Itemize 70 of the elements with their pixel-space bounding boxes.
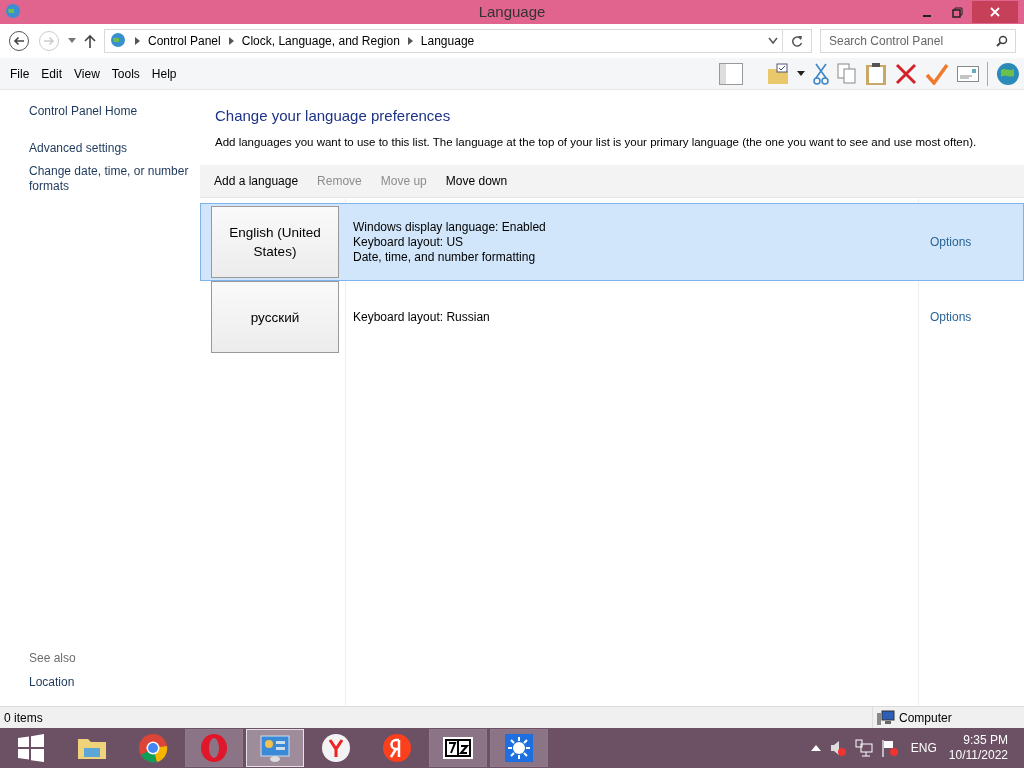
back-icon[interactable] xyxy=(8,30,30,52)
layout-icon[interactable] xyxy=(719,62,743,85)
dropdown-icon[interactable] xyxy=(797,70,805,77)
sidebar-link[interactable]: Control Panel Home xyxy=(29,104,200,119)
location-label: Computer xyxy=(899,709,952,727)
language-detail: Keyboard layout: Russian xyxy=(353,309,491,325)
breadcrumb-link[interactable]: Control Panel xyxy=(148,32,221,50)
up-arrow-icon[interactable] xyxy=(84,34,96,48)
browser-icon xyxy=(137,732,169,764)
delete-icon[interactable] xyxy=(895,62,917,85)
chevron-icon xyxy=(135,37,140,45)
globe-icon[interactable] xyxy=(996,61,1020,86)
menu-item[interactable]: File xyxy=(4,64,36,83)
item-count: 0 items xyxy=(3,709,43,727)
checkmark-icon[interactable] xyxy=(925,62,949,85)
options-link[interactable]: Options xyxy=(924,307,978,328)
language-detail: Windows display language: Enabled xyxy=(353,219,547,235)
language-indicator[interactable]: ENG xyxy=(906,739,941,757)
menu-item[interactable]: Help xyxy=(145,64,183,83)
sun-icon xyxy=(503,732,535,764)
menu-item[interactable]: Tools xyxy=(105,64,146,83)
sidebar-link[interactable]: Change date, time, or number formats xyxy=(29,164,200,194)
close-icon xyxy=(990,7,1000,17)
action-link[interactable]: Move down xyxy=(445,172,508,191)
description-text: Add languages you want to use to this list. The language at the top of your list is your primary language (the one you want to see and use most often). xyxy=(215,135,978,150)
minimize-icon xyxy=(923,15,931,17)
see-also-heading: See also xyxy=(29,650,77,667)
sidebar-link[interactable]: Advanced settings xyxy=(29,141,200,156)
windows-logo-icon xyxy=(17,734,45,762)
language-row[interactable]: русский Keyboard layout: Russian Options xyxy=(200,281,1024,354)
folder-icon[interactable] xyxy=(767,62,789,85)
properties-icon[interactable] xyxy=(957,65,979,82)
taskbar-app-button[interactable] xyxy=(429,729,487,767)
chevron-icon[interactable] xyxy=(810,745,821,751)
menu-item[interactable]: View xyxy=(68,64,106,83)
window-title: Language xyxy=(478,2,546,22)
flag-icon[interactable] xyxy=(880,739,899,757)
restore-icon xyxy=(951,6,963,18)
language-tile[interactable]: русский xyxy=(211,281,339,354)
browser-icon xyxy=(198,732,230,764)
speaker-muted-icon[interactable] xyxy=(828,739,847,757)
menu-item[interactable]: Edit xyxy=(35,64,69,83)
globe-icon xyxy=(4,3,22,21)
computer-icon xyxy=(877,709,895,726)
page-heading: Change your language preferences xyxy=(215,107,452,125)
chevron-icon xyxy=(407,37,413,45)
breadcrumb-link[interactable]: Clock, Language, and Region xyxy=(241,32,400,50)
sidebar-link[interactable]: Location xyxy=(29,675,200,690)
clock-time[interactable]: 9:35 PM xyxy=(963,733,1008,748)
refresh-icon[interactable] xyxy=(791,35,803,47)
options-link[interactable]: Options xyxy=(924,232,978,253)
breadcrumb-link[interactable]: Language xyxy=(420,32,475,50)
clipboard-icon[interactable] xyxy=(865,61,887,86)
close-button[interactable] xyxy=(972,1,1018,23)
browser-icon xyxy=(320,732,352,764)
search-icon xyxy=(996,35,1008,47)
language-tile[interactable]: English (United States) xyxy=(211,206,339,279)
dropdown-icon[interactable] xyxy=(768,37,778,45)
clock-date[interactable]: 10/11/2022 xyxy=(948,748,1008,763)
globe-icon xyxy=(109,32,127,50)
chevron-icon xyxy=(228,37,234,45)
language-detail: Date, time, and number formatting xyxy=(353,249,537,265)
scissors-icon[interactable] xyxy=(813,62,829,85)
search-field[interactable]: Search Control Panel xyxy=(820,29,1016,53)
language-row[interactable]: English (United States) Windows display language: Enabled Keyboard layout: US Date, time, and number formatting Options xyxy=(200,203,1024,282)
action-link[interactable]: Add a language xyxy=(214,172,299,191)
control-panel-icon xyxy=(259,732,291,764)
language-detail: Keyboard layout: US xyxy=(353,234,465,250)
browser-icon xyxy=(381,732,413,764)
network-icon[interactable] xyxy=(854,739,873,757)
